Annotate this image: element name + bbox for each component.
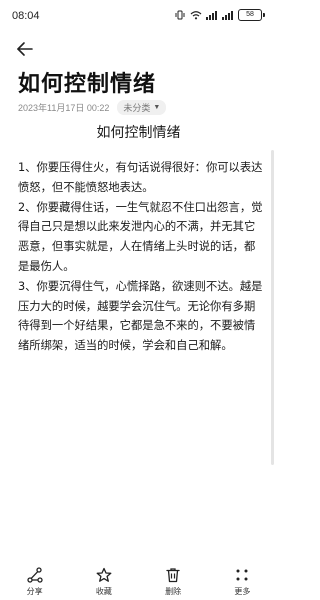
share-label: 分享 — [26, 587, 43, 596]
more-label: 更多 — [234, 587, 251, 596]
note-heading[interactable]: 如何控制情绪 — [0, 122, 277, 142]
trash-icon — [166, 568, 180, 583]
battery-level: 58 — [238, 9, 262, 21]
signal-icon — [222, 11, 233, 20]
status-bar: 08:04 58 — [0, 0, 277, 32]
status-icons: 58 — [174, 9, 265, 21]
share-button[interactable]: 分享 — [5, 560, 65, 600]
category-dropdown[interactable]: 未分类 ▼ — [117, 99, 167, 115]
vibrate-icon — [175, 10, 185, 20]
chevron-down-icon: ▼ — [153, 103, 161, 111]
note-paragraph[interactable]: 1、你要压得住火，有句话说得很好：你可以表达愤怒，但不能愤怒地表达。 — [18, 158, 264, 198]
scrollbar[interactable] — [271, 150, 274, 465]
note-title[interactable]: 如何控制情绪 — [18, 66, 156, 98]
note-body[interactable]: 1、你要压得住火，有句话说得很好：你可以表达愤怒，但不能愤怒地表达。 2、你要藏… — [18, 158, 264, 356]
battery-icon: 58 — [238, 9, 265, 21]
signal-icon — [206, 11, 217, 20]
note-date: 2023年11月17日 00:22 — [18, 102, 110, 113]
star-icon — [96, 567, 112, 582]
bottom-action-bar: 分享 收藏 删除 更多 — [0, 560, 277, 600]
more-button[interactable]: 更多 — [212, 560, 272, 600]
delete-label: 删除 — [165, 587, 182, 596]
share-icon — [26, 567, 43, 583]
favorite-label: 收藏 — [95, 587, 112, 596]
favorite-button[interactable]: 收藏 — [74, 560, 134, 600]
back-button[interactable] — [12, 36, 38, 62]
status-time: 08:04 — [12, 10, 40, 22]
category-label: 未分类 — [123, 102, 151, 113]
more-icon — [236, 569, 248, 581]
note-paragraph[interactable]: 2、你要藏得住话，一生气就忍不住口出怨言，觉得自己只是想以此来发泄内心的不满，并… — [18, 198, 264, 277]
wifi-icon — [190, 11, 202, 20]
delete-button[interactable]: 删除 — [143, 560, 203, 600]
back-arrow-icon — [17, 42, 33, 56]
note-meta: 2023年11月17日 00:22 未分类 ▼ — [18, 99, 167, 115]
note-paragraph[interactable]: 3、你要沉得住气，心慌择路，欲速则不达。越是压力大的时候，越要学会沉住气。无论你… — [18, 277, 264, 356]
